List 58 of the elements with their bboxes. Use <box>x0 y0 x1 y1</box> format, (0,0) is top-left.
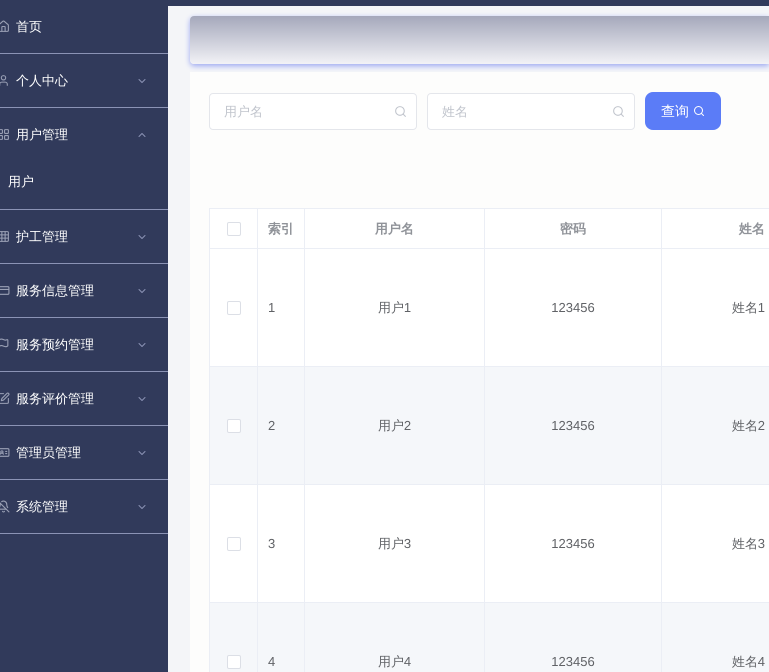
column-header: 姓名 <box>739 220 765 238</box>
sidebar-subitem[interactable]: 用户 <box>0 161 168 209</box>
sidebar-label: 个人中心 <box>16 72 69 90</box>
sidebar-item[interactable]: 个人中心 <box>0 54 168 107</box>
sidebar-item[interactable]: 服务评价管理 <box>0 372 168 425</box>
search-icon <box>394 104 407 118</box>
grid-icon <box>0 230 10 243</box>
sidebar-item[interactable]: 服务信息管理 <box>0 264 168 317</box>
sidebar-label: 服务评价管理 <box>16 390 95 408</box>
column-header: 密码 <box>560 220 586 238</box>
sidebar-label: 护工管理 <box>16 228 69 246</box>
sidebar-item[interactable]: 护工管理 <box>0 210 168 263</box>
table-cell-text: 用户3 <box>378 534 412 553</box>
table-cell-text: 123456 <box>551 652 595 671</box>
sidebar-label: 服务预约管理 <box>16 336 95 354</box>
column-header: 索引 <box>268 220 294 238</box>
id-card-icon <box>0 446 10 459</box>
blocks-icon <box>0 128 10 141</box>
search-field[interactable]: 姓名 <box>427 92 635 130</box>
sidebar-item[interactable]: 用户管理 <box>0 108 168 161</box>
card-icon <box>0 284 10 297</box>
sidebar-label: 首页 <box>16 18 43 36</box>
table-cell-text: 123456 <box>551 298 595 317</box>
sidebar-item[interactable]: 服务预约管理 <box>0 318 168 371</box>
sidebar-label: 服务信息管理 <box>16 282 95 300</box>
column-header: 用户名 <box>375 220 414 238</box>
checkbox[interactable] <box>226 536 240 550</box>
checkbox[interactable] <box>226 418 240 432</box>
sidebar-label: 管理员管理 <box>16 444 82 462</box>
checkbox[interactable] <box>226 300 240 314</box>
table-cell-text: 用户4 <box>378 652 412 671</box>
edit-icon <box>0 392 10 405</box>
table-cell-text: 123456 <box>551 416 595 435</box>
sidebar-item[interactable]: 系统管理 <box>0 480 168 533</box>
sidebar-item[interactable]: 首页 <box>0 0 168 53</box>
table-cell-text: 123456 <box>551 534 595 553</box>
search-field[interactable]: 用户名 <box>209 92 417 130</box>
table-cell-text: 1 <box>268 298 276 317</box>
bell-icon <box>0 500 10 513</box>
checkbox[interactable] <box>226 222 240 236</box>
sidebar-label: 系统管理 <box>16 498 69 516</box>
table-cell-text: 姓名4 <box>732 652 765 671</box>
table-cell-text: 4 <box>268 652 276 671</box>
checkbox[interactable] <box>226 654 240 668</box>
search-icon <box>612 104 625 118</box>
table-cell-text: 3 <box>268 534 276 553</box>
sidebar-item[interactable]: 管理员管理 <box>0 426 168 479</box>
table-cell-text: 姓名3 <box>732 534 765 553</box>
table-cell-text: 用户2 <box>378 416 412 435</box>
query-button[interactable]: 查询 <box>645 92 721 130</box>
home-icon <box>0 20 10 33</box>
sidebar-label: 用户管理 <box>16 126 69 144</box>
table-cell-text: 姓名1 <box>732 298 765 317</box>
table-cell-text: 姓名2 <box>732 416 765 435</box>
table-cell-text: 用户1 <box>378 298 412 317</box>
table-cell-text: 2 <box>268 416 276 435</box>
user-icon <box>0 74 10 87</box>
search-icon <box>693 105 705 117</box>
